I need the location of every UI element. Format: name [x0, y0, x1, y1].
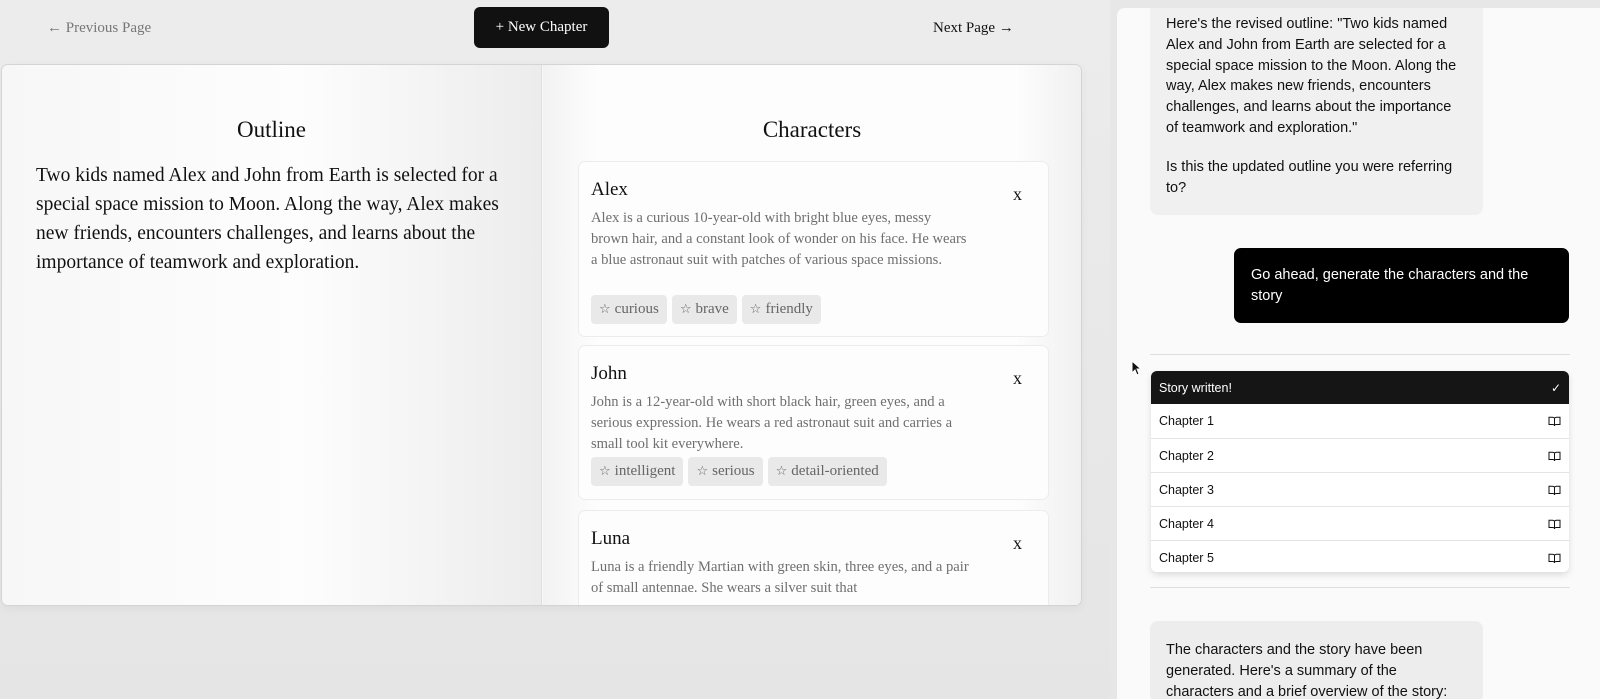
outline-title: Outline: [237, 117, 306, 143]
assistant-message-text: The characters and the story have been g…: [1166, 642, 1448, 699]
remove-character-button[interactable]: x: [1013, 368, 1022, 388]
assistant-message: The characters and the story have been g…: [1150, 621, 1483, 699]
star-icon: ☆: [696, 464, 709, 479]
chapter-label: Chapter 3: [1159, 482, 1214, 497]
trait-badge: ☆ brave: [671, 295, 737, 324]
characters-title: Characters: [762, 117, 862, 143]
remove-character-button[interactable]: x: [1013, 184, 1022, 204]
new-chapter-button[interactable]: + New Chapter: [474, 7, 609, 48]
trait-badge: ☆ intelligent: [591, 457, 684, 486]
assistant-message: Here's the revised outline: "Two kids na…: [1150, 8, 1483, 215]
story-status-label: Story written!: [1159, 380, 1232, 395]
page-navigation: ← Previous Page + New Chapter Next Page …: [0, 0, 1080, 58]
character-card-luna: Luna x Luna is a friendly Martian with g…: [578, 510, 1049, 605]
star-icon: ☆: [679, 302, 692, 317]
book-icon: [1548, 485, 1561, 495]
story-status-header: Story written! ✓: [1151, 371, 1569, 404]
character-description: Luna is a friendly Martian with green sk…: [591, 559, 969, 596]
book-icon: [1548, 451, 1561, 461]
chapter-row[interactable]: Chapter 4: [1151, 506, 1569, 540]
star-icon: ☆: [775, 464, 788, 479]
previous-page-link[interactable]: ← Previous Page: [47, 18, 151, 38]
trait-badge: ☆ serious: [688, 457, 763, 486]
chat-panel[interactable]: Here's the revised outline: "Two kids na…: [1116, 8, 1600, 699]
trait-badge: ☆ detail-oriented: [767, 457, 887, 486]
chat-divider: [1150, 354, 1570, 355]
assistant-message-text: Here's the revised outline: "Two kids na…: [1166, 16, 1457, 136]
story-editor-workspace: ← Previous Page + New Chapter Next Page …: [0, 0, 1110, 699]
book-icon: [1548, 519, 1561, 529]
book-icon: [1548, 553, 1561, 563]
character-name: Alex: [591, 179, 628, 200]
next-page-link[interactable]: Next Page →: [933, 18, 1014, 38]
character-card-alex: Alex x Alex is a curious 10-year-old wit…: [578, 161, 1049, 337]
star-icon: ☆: [749, 302, 762, 317]
chapter-row[interactable]: Chapter 2: [1151, 438, 1569, 472]
chapter-label: Chapter 1: [1159, 414, 1214, 428]
trait-label: friendly: [765, 301, 813, 317]
chapter-row[interactable]: Chapter 5: [1151, 540, 1569, 572]
character-description: John is a 12-year-old with short black h…: [591, 394, 953, 452]
chapter-row[interactable]: Chapter 3: [1151, 472, 1569, 506]
character-card-john: John x John is a 12-year-old with short …: [578, 345, 1049, 500]
character-name: John: [591, 363, 627, 384]
trait-badge: ☆ curious: [591, 295, 667, 324]
book-icon: [1548, 416, 1561, 426]
trait-label: brave: [695, 301, 729, 317]
chapter-row[interactable]: Chapter 1: [1151, 404, 1569, 438]
outline-page: Outline Two kids named Alex and John fro…: [2, 65, 542, 605]
character-traits: ☆ curious ☆ brave ☆ friendly: [591, 295, 821, 324]
chapter-label: Chapter 2: [1159, 448, 1214, 463]
story-result-card: Story written! ✓ Chapter 1 Chapter 2 Cha…: [1151, 371, 1569, 572]
character-description: Alex is a curious 10-year-old with brigh…: [591, 210, 967, 268]
trait-label: curious: [614, 301, 659, 317]
character-traits: ☆ intelligent ☆ serious ☆ detail-oriented: [591, 457, 887, 486]
remove-character-button[interactable]: x: [1013, 533, 1022, 553]
trait-label: detail-oriented: [791, 463, 879, 479]
user-message: Go ahead, generate the characters and th…: [1234, 248, 1569, 323]
character-name: Luna: [591, 528, 631, 549]
star-icon: ☆: [599, 302, 611, 317]
chapter-label: Chapter 5: [1159, 550, 1214, 565]
chat-divider: [1150, 587, 1570, 588]
star-icon: ☆: [599, 464, 611, 479]
characters-page: Characters Alex x Alex is a curious 10-y…: [543, 65, 1081, 605]
assistant-message-question: Is this the updated outline you were ref…: [1166, 158, 1453, 196]
chapter-label: Chapter 4: [1159, 516, 1214, 531]
outline-text: Two kids named Alex and John from Earth …: [36, 165, 499, 273]
trait-badge: ☆ friendly: [741, 295, 821, 324]
trait-label: intelligent: [614, 463, 676, 479]
open-book: Outline Two kids named Alex and John fro…: [2, 65, 1081, 605]
trait-label: serious: [712, 463, 755, 479]
check-icon: ✓: [1550, 380, 1561, 395]
characters-list[interactable]: Alex x Alex is a curious 10-year-old wit…: [578, 161, 1049, 605]
